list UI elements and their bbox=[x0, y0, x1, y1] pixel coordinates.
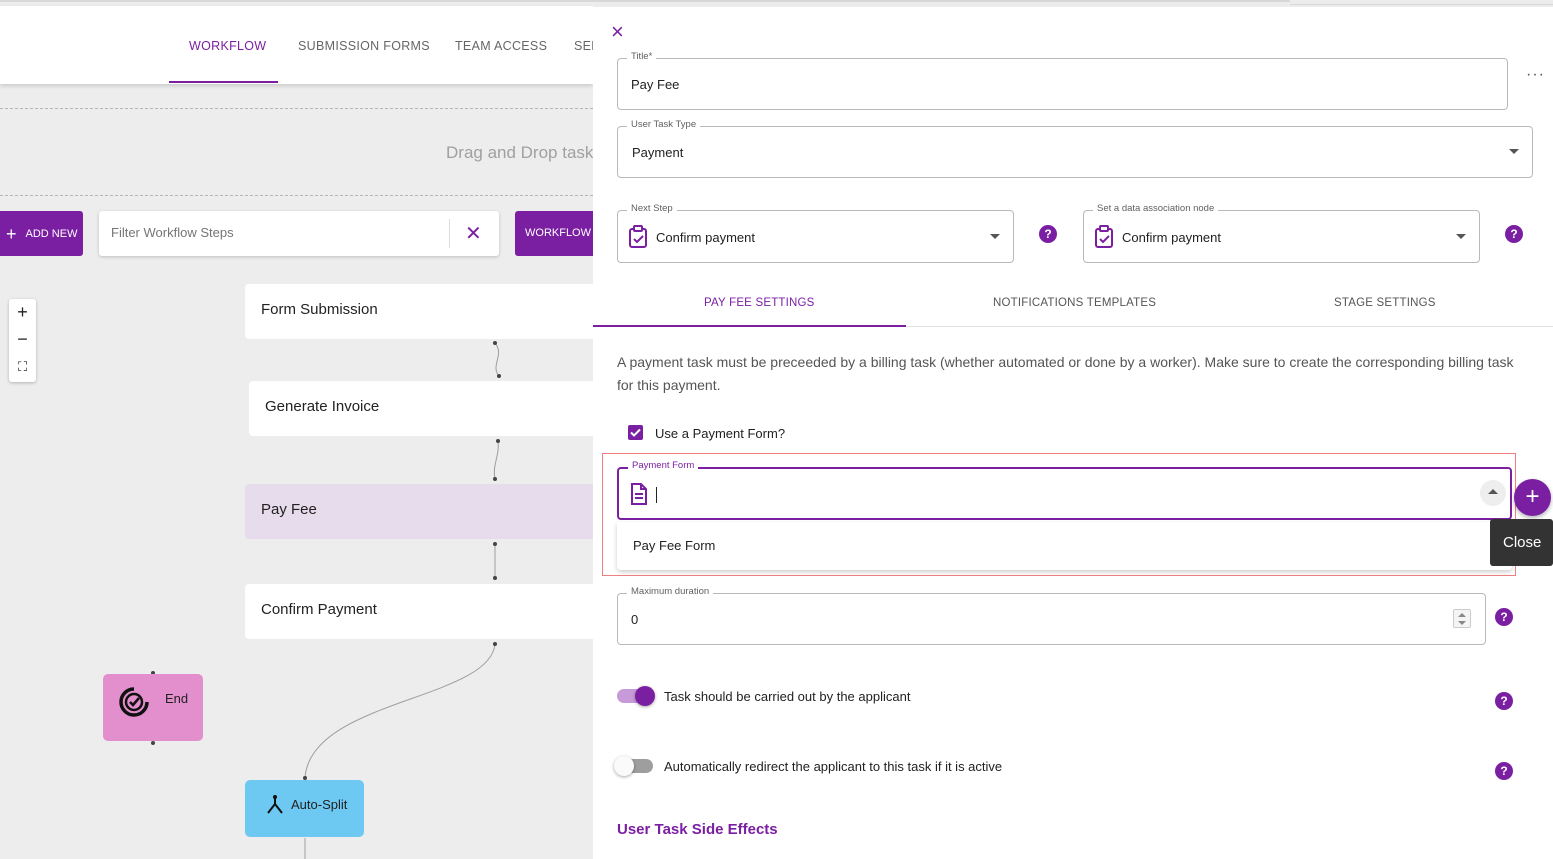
help-icon[interactable]: ? bbox=[1505, 225, 1523, 243]
stepper-down-icon[interactable] bbox=[1458, 621, 1466, 625]
node-form-submission[interactable]: Form Submission bbox=[245, 284, 593, 339]
payment-form-input[interactable]: Payment Form bbox=[617, 460, 1512, 520]
active-tab-indicator bbox=[593, 325, 906, 327]
add-payment-form-button[interactable]: + bbox=[1514, 479, 1551, 516]
task-settings-panel: × Title* Pay Fee ··· User Task Type Paym… bbox=[593, 7, 1553, 859]
document-icon bbox=[631, 483, 647, 505]
node-auto-split[interactable]: Auto-Split bbox=[245, 780, 364, 837]
payment-info-text: A payment task must be preceeded by a bi… bbox=[617, 354, 1514, 393]
payment-form-label: Payment Form bbox=[628, 460, 699, 471]
maximum-duration-field[interactable]: Maximum duration 0 bbox=[617, 586, 1486, 645]
node-end[interactable]: End bbox=[103, 674, 203, 741]
chevron-down-icon bbox=[1509, 149, 1519, 154]
panel-top-line bbox=[1290, 4, 1553, 5]
applicant-toggle[interactable] bbox=[617, 686, 655, 706]
more-options-icon[interactable]: ··· bbox=[1526, 66, 1545, 84]
help-icon[interactable]: ? bbox=[1495, 608, 1513, 626]
data-association-select[interactable]: Set a data association node Confirm paym… bbox=[1083, 203, 1480, 263]
next-step-select[interactable]: Next Step Confirm payment bbox=[617, 203, 1014, 263]
node-generate-invoice[interactable]: Generate Invoice bbox=[249, 381, 593, 436]
browser-top-line bbox=[0, 0, 1290, 2]
clipboard-check-icon bbox=[629, 225, 647, 248]
tab-stage-settings[interactable]: STAGE SETTINGS bbox=[1334, 297, 1436, 309]
payment-form-dropdown: Pay Fee Form bbox=[617, 522, 1512, 570]
stepper-up-icon[interactable] bbox=[1458, 613, 1466, 617]
user-task-type-label: User Task Type bbox=[627, 119, 701, 130]
tab-pay-fee-settings[interactable]: PAY FEE SETTINGS bbox=[704, 297, 815, 309]
redirect-toggle-label: Automatically redirect the applicant to … bbox=[664, 759, 1003, 774]
number-stepper[interactable] bbox=[1453, 609, 1471, 628]
title-field[interactable]: Title* Pay Fee bbox=[617, 51, 1508, 110]
title-label: Title* bbox=[627, 51, 657, 62]
toggle-thumb bbox=[614, 756, 634, 776]
next-step-value: Confirm payment bbox=[656, 230, 755, 245]
check-icon bbox=[630, 428, 641, 437]
workflow-canvas: WORKFLOW SUBMISSION FORMS TEAM ACCESS SE… bbox=[0, 0, 593, 859]
toggle-thumb bbox=[635, 686, 655, 706]
data-association-label: Set a data association node bbox=[1093, 203, 1219, 214]
use-payment-form-checkbox[interactable] bbox=[628, 425, 643, 440]
chevron-down-icon bbox=[990, 234, 1000, 239]
split-icon bbox=[267, 795, 283, 814]
end-label: End bbox=[165, 691, 189, 706]
maximum-duration-label: Maximum duration bbox=[627, 586, 714, 597]
next-step-label: Next Step bbox=[627, 203, 677, 214]
end-icon bbox=[119, 687, 149, 717]
help-icon[interactable]: ? bbox=[1039, 225, 1057, 243]
user-task-type-select[interactable]: User Task Type Payment bbox=[617, 119, 1533, 178]
help-icon[interactable]: ? bbox=[1495, 692, 1513, 710]
clipboard-check-icon bbox=[1095, 225, 1113, 248]
use-payment-form-label: Use a Payment Form? bbox=[655, 426, 786, 441]
redirect-toggle[interactable] bbox=[614, 756, 653, 776]
close-tooltip: Close bbox=[1490, 519, 1553, 566]
node-confirm-payment[interactable]: Confirm Payment bbox=[245, 584, 593, 639]
text-cursor bbox=[656, 487, 657, 503]
maximum-duration-value: 0 bbox=[631, 612, 639, 627]
title-value: Pay Fee bbox=[631, 77, 680, 92]
applicant-toggle-label: Task should be carried out by the applic… bbox=[664, 689, 911, 704]
dropdown-option-pay-fee-form[interactable]: Pay Fee Form bbox=[633, 538, 715, 553]
help-icon[interactable]: ? bbox=[1495, 762, 1513, 780]
side-effects-heading: User Task Side Effects bbox=[617, 821, 778, 838]
auto-split-label: Auto-Split bbox=[291, 797, 348, 812]
close-panel-icon[interactable]: × bbox=[611, 21, 624, 43]
node-pay-fee[interactable]: Pay Fee bbox=[245, 484, 593, 539]
user-task-type-value: Payment bbox=[632, 145, 684, 160]
tab-notifications-templates[interactable]: NOTIFICATIONS TEMPLATES bbox=[993, 297, 1156, 309]
chevron-down-icon bbox=[1456, 234, 1466, 239]
chevron-up-icon bbox=[1488, 489, 1498, 494]
data-association-value: Confirm payment bbox=[1122, 230, 1221, 245]
